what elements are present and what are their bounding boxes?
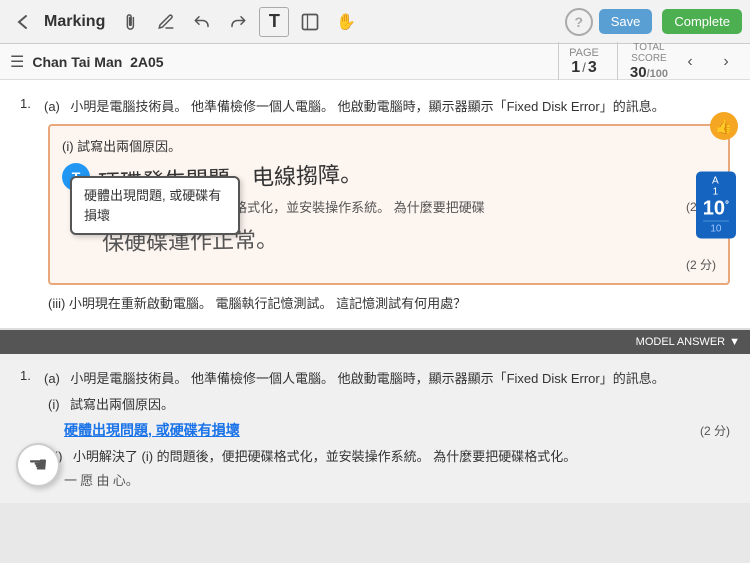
undo-icon[interactable] bbox=[187, 7, 217, 37]
scroll-area: 1. (a) 小明是電腦技術員。 他準備檢修一個人電腦。 他啟動電腦時，顯示器顯… bbox=[0, 80, 750, 563]
model-answer-section: 1. (a) 小明是電腦技術員。 他準備檢修一個人電腦。 他啟動電腦時，顯示器顯… bbox=[0, 354, 750, 503]
thumb-up-icon: 👍 bbox=[710, 112, 738, 140]
lower-answer1-text: 硬體出現問題, 或硬碟有損壞 bbox=[64, 420, 240, 440]
student-info: Chan Tai Man 2A05 bbox=[32, 54, 550, 70]
student-work-section: 1. (a) 小明是電腦技術員。 他準備檢修一個人電腦。 他啟動電腦時，顯示器顯… bbox=[0, 80, 750, 330]
hand-tool-button[interactable]: ☚ bbox=[16, 443, 60, 487]
answer-highlight-box: 👍 (i) 試寫出兩個原因。 T 硬碟發生問題，电線搊障。 硬體出現問題, 或硬… bbox=[48, 124, 730, 285]
lower-answer1: 硬體出現問題, 或硬碟有損壞 (2 分) bbox=[64, 420, 730, 440]
save-button[interactable]: Save bbox=[599, 9, 653, 34]
toolbar-title: Marking bbox=[44, 13, 105, 31]
lower-qi-label: (i) bbox=[48, 397, 60, 412]
hand-tool-icon[interactable]: ✋ bbox=[331, 7, 361, 37]
lower-qa-text: 小明是電腦技術員。 他準備檢修一個人電腦。 他啟動電腦時，顯示器顯示「Fixed… bbox=[70, 371, 664, 386]
lower-qi: (i) 試寫出兩個原因。 bbox=[48, 394, 730, 414]
sub-toolbar: ☰ Chan Tai Man 2A05 PAGE 1 / 3 TOTAL SCO… bbox=[0, 44, 750, 80]
lower-handwriting: 一 愿 由 心。 bbox=[64, 470, 730, 489]
shape-tool-icon[interactable] bbox=[295, 7, 325, 37]
lower-qa-label: (a) bbox=[44, 371, 60, 386]
lower-qii: (ii) 小明解決了 (i) 的問題後，便把硬碟格式化，並安裝操作系統。 為什麼… bbox=[48, 446, 730, 466]
score-marker-value: 10° bbox=[703, 197, 729, 220]
score-marker-denom: 10 bbox=[703, 220, 729, 234]
model-answer-bar[interactable]: MODEL ANSWER ▼ bbox=[0, 330, 750, 354]
score-marker[interactable]: A1 10° 10 bbox=[696, 171, 736, 238]
lower-q-num: 1. bbox=[20, 368, 36, 388]
pen-icon[interactable] bbox=[151, 7, 181, 37]
page-info: PAGE 1 / 3 TOTAL SCORE 30/100 bbox=[558, 42, 668, 81]
score-marker-label: A1 bbox=[703, 175, 729, 197]
lower-qi-text: 試寫出兩個原因。 bbox=[70, 397, 174, 412]
tooltip-correction: 硬體出現問題, 或硬碟有損壞 bbox=[70, 176, 240, 235]
q-num: 1. bbox=[20, 96, 36, 116]
qa-label: (a) bbox=[44, 99, 60, 114]
help-button[interactable]: ? bbox=[565, 8, 593, 36]
qi-question: (i) 試寫出兩個原因。 bbox=[62, 136, 716, 155]
prev-page-button[interactable]: ‹ bbox=[676, 48, 704, 76]
attach-icon[interactable] bbox=[115, 7, 145, 37]
lower-qii-text: 小明解決了 (i) 的問題後，便把硬碟格式化，並安裝操作系統。 為什麼要把硬碟格… bbox=[73, 449, 576, 464]
redo-icon[interactable] bbox=[223, 7, 253, 37]
next-page-button[interactable]: › bbox=[712, 48, 740, 76]
qiii-text: (iii) 小明現在重新啟動電腦。 電腦執行記憶測試。 這記憶測試有何用處？ bbox=[48, 293, 730, 312]
toolbar: Marking T ✋ ? Save Complete bbox=[0, 0, 750, 44]
menu-icon[interactable]: ☰ bbox=[10, 52, 24, 72]
main-content: 1. (a) 小明是電腦技術員。 他準備檢修一個人電腦。 他啟動電腦時，顯示器顯… bbox=[0, 80, 750, 563]
complete-button[interactable]: Complete bbox=[662, 9, 742, 34]
lower-score1: (2 分) bbox=[700, 422, 730, 439]
text-tool-icon[interactable]: T bbox=[259, 7, 289, 37]
qa-text: 小明是電腦技術員。 他準備檢修一個人電腦。 他啟動電腦時，顯示器顯示「Fixed… bbox=[70, 99, 664, 114]
back-button[interactable] bbox=[8, 7, 38, 37]
